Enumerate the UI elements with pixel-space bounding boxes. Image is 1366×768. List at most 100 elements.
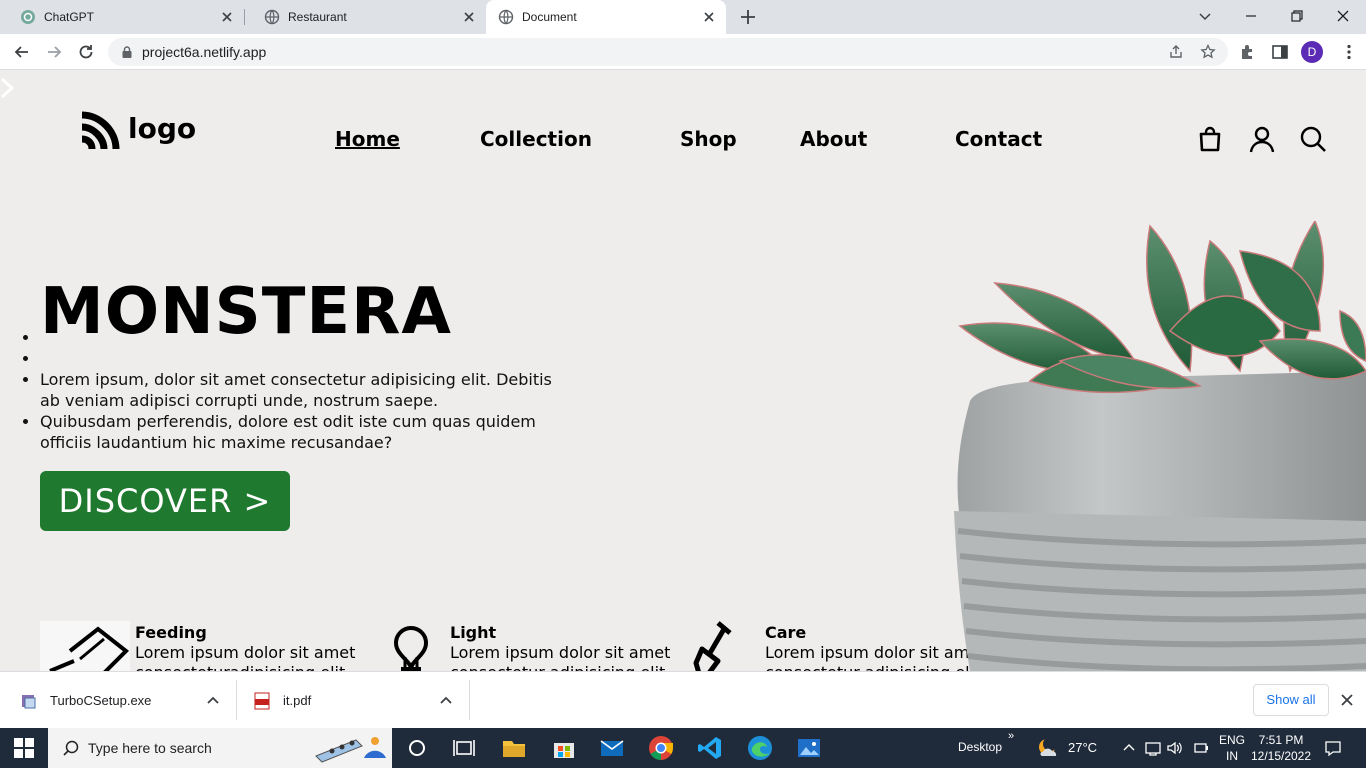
hero-bullets: Lorem ipsum, dolor sit amet consectetur … <box>40 327 560 453</box>
new-tab-plus-icon[interactable] <box>738 7 758 27</box>
site-logo[interactable]: logo <box>80 111 196 151</box>
weather-temp: 27°C <box>1068 740 1098 755</box>
battery-icon[interactable] <box>1192 739 1210 757</box>
pdf-file-icon <box>254 692 270 709</box>
chevron-right-icon[interactable] <box>0 77 16 99</box>
lightbulb-icon <box>393 626 429 671</box>
feature-feeding: Feeding Lorem ipsum dolor sit amet conse… <box>40 621 370 671</box>
logo-mark-icon <box>81 111 120 150</box>
lock-icon[interactable] <box>120 45 134 59</box>
url-text: project6a.netlify.app <box>142 44 267 60</box>
download-item-pdf[interactable]: it.pdf <box>253 672 311 729</box>
reload-icon[interactable] <box>76 42 96 62</box>
region-code: IN <box>1226 749 1238 763</box>
globe-icon <box>498 9 514 25</box>
side-panel-icon[interactable] <box>1271 43 1289 61</box>
windows-start-icon[interactable] <box>14 738 34 758</box>
tab-restaurant[interactable]: Restaurant <box>244 0 486 34</box>
chevron-up-icon[interactable] <box>1120 739 1138 757</box>
network-icon[interactable] <box>1144 739 1162 757</box>
back-arrow-icon[interactable] <box>12 42 32 62</box>
divider <box>236 680 237 720</box>
extensions-puzzle-icon[interactable] <box>1239 43 1257 61</box>
web-page-viewport: logo Home Collection Shop About Contact … <box>0 71 1366 671</box>
taskbar-search-box[interactable]: Type here to search <box>48 728 392 768</box>
feature-title: Light <box>450 623 497 642</box>
forward-arrow-icon[interactable] <box>44 42 64 62</box>
browser-tab-bar: ChatGPT Restaurant Document <box>0 0 1366 34</box>
feature-text: Lorem ipsum dolor sit amet consecteturad… <box>135 643 356 671</box>
nav-shop[interactable]: Shop <box>680 127 737 151</box>
chrome-icon[interactable] <box>647 734 675 762</box>
language-code: ENG <box>1219 733 1246 747</box>
language-indicator[interactable]: ENG IN <box>1219 732 1245 764</box>
volume-icon[interactable] <box>1166 739 1184 757</box>
bookmark-star-icon[interactable] <box>1200 44 1216 60</box>
task-view-icon[interactable] <box>450 734 478 762</box>
download-filename: TurboCSetup.exe <box>50 693 152 708</box>
nav-contact[interactable]: Contact <box>955 127 1042 151</box>
photos-icon[interactable] <box>795 734 823 762</box>
restore-icon[interactable] <box>1287 6 1307 26</box>
show-all-button[interactable]: Show all <box>1253 684 1329 716</box>
url-bar[interactable]: project6a.netlify.app <box>108 38 1228 66</box>
vscode-icon[interactable] <box>696 734 724 762</box>
minimize-icon[interactable] <box>1241 6 1261 26</box>
chevron-up-icon[interactable] <box>206 694 220 708</box>
tab-chatgpt[interactable]: ChatGPT <box>0 0 244 34</box>
desktop-label: Desktop <box>958 740 1003 754</box>
nav-about[interactable]: About <box>800 127 867 151</box>
succulent-pot-image <box>954 221 1366 671</box>
mail-icon[interactable] <box>598 734 626 762</box>
download-item-turboc[interactable]: TurboCSetup.exe <box>20 672 151 729</box>
user-icon[interactable] <box>1248 125 1276 153</box>
clock[interactable]: 7:51 PM 12/15/2022 <box>1250 732 1312 764</box>
address-toolbar: project6a.netlify.app D <box>0 34 1366 70</box>
search-icon[interactable] <box>1299 125 1327 153</box>
microsoft-store-icon[interactable] <box>550 734 578 762</box>
list-item <box>40 327 560 348</box>
nav-collection[interactable]: Collection <box>480 127 592 151</box>
nav-home[interactable]: Home <box>335 127 400 151</box>
logo-text: logo <box>128 111 197 145</box>
cortana-icon[interactable] <box>403 734 431 762</box>
tab-search-chevron-icon[interactable] <box>1195 6 1215 26</box>
tab-label: Document <box>522 10 577 24</box>
divider <box>469 680 470 720</box>
watering-can-icon <box>40 621 130 671</box>
download-shelf: TurboCSetup.exe it.pdf Show all <box>0 671 1366 728</box>
profile-avatar[interactable]: D <box>1301 41 1323 63</box>
shopping-bag-icon[interactable] <box>1196 125 1224 153</box>
installer-file-icon <box>22 694 36 708</box>
file-explorer-icon[interactable] <box>500 734 528 762</box>
edge-icon[interactable] <box>746 734 774 762</box>
clock-date: 12/15/2022 <box>1250 749 1312 763</box>
tab-document[interactable]: Document <box>486 0 726 34</box>
share-icon[interactable] <box>1168 44 1184 60</box>
globe-icon <box>264 9 280 25</box>
feature-light: Light Lorem ipsum dolor sit amet consect… <box>355 621 685 671</box>
close-icon[interactable] <box>702 10 716 24</box>
chatgpt-icon <box>21 10 35 24</box>
windows-taskbar: Type here to search Desktop » 27°C ENG I… <box>0 728 1366 768</box>
list-item: Quibusdam perferendis, dolore est odit i… <box>40 411 560 453</box>
search-highlight-illustration-icon <box>315 737 386 763</box>
list-item <box>40 348 560 369</box>
download-filename: it.pdf <box>283 693 312 708</box>
chevron-up-icon[interactable] <box>439 694 453 708</box>
discover-button[interactable]: DISCOVER > <box>40 471 290 531</box>
clock-time: 7:51 PM <box>1258 733 1304 747</box>
notifications-icon[interactable] <box>1324 739 1342 757</box>
search-placeholder: Type here to search <box>88 740 212 756</box>
feature-title: Care <box>765 623 807 642</box>
window-close-icon[interactable] <box>1333 6 1353 26</box>
close-icon[interactable] <box>220 10 234 24</box>
close-icon[interactable] <box>1340 693 1354 707</box>
tab-label: ChatGPT <box>44 10 95 24</box>
weather-moon-cloud-icon[interactable] <box>1036 736 1060 760</box>
list-item: Lorem ipsum, dolor sit amet consectetur … <box>40 369 560 411</box>
close-icon[interactable] <box>462 10 476 24</box>
kebab-menu-icon[interactable] <box>1340 43 1358 61</box>
shovel-icon <box>693 621 732 671</box>
feature-text: Lorem ipsum dolor sit amet consectetur a… <box>450 643 671 671</box>
